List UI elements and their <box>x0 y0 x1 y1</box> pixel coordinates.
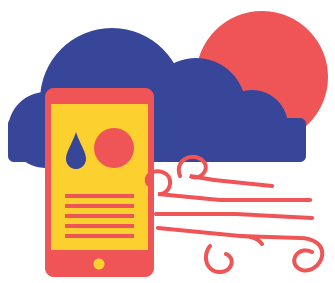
phone-icon <box>45 88 154 277</box>
phone-screen <box>51 104 148 250</box>
weather-illustration <box>0 0 335 283</box>
wind-icon <box>144 154 325 275</box>
screen-sun-icon <box>94 128 134 168</box>
illustration-canvas <box>8 11 328 277</box>
home-button <box>93 258 105 270</box>
